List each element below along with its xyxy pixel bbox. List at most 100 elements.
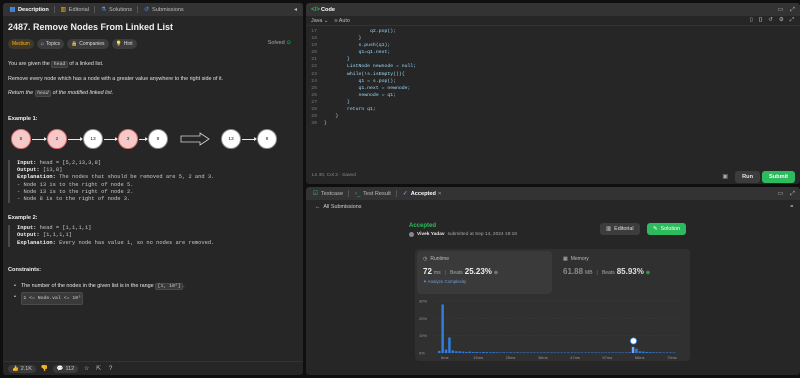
- bar: [557, 352, 560, 353]
- list-item: 1 <= Node.val <= 10⁵: [14, 291, 298, 305]
- collapse-icon[interactable]: ▭: [777, 190, 784, 197]
- bar: [662, 352, 665, 353]
- tab-description[interactable]: ▤ Description: [6, 3, 52, 16]
- line-number: 29: [311, 114, 317, 120]
- list-node: 13: [221, 129, 241, 149]
- submit-button[interactable]: Submit: [762, 171, 795, 183]
- result-tabbar: ☑ Testcase ›_ Test Result ✓ Accepted × ▭…: [306, 187, 800, 200]
- tab-editorial[interactable]: ▥ Editorial: [57, 3, 92, 16]
- console-icon[interactable]: ▣: [722, 173, 728, 180]
- line-number: 22: [311, 64, 317, 70]
- tab-testcase[interactable]: ☑ Testcase: [309, 187, 346, 200]
- bar: [635, 348, 638, 353]
- code-text: }: [324, 36, 362, 42]
- tab-divider: [137, 6, 139, 13]
- close-icon[interactable]: ×: [438, 191, 441, 197]
- code-line: 17 q2.pop();: [306, 28, 800, 35]
- bookmark-icon[interactable]: ▯: [750, 17, 753, 24]
- bar: [489, 352, 492, 353]
- inline-code: head: [51, 61, 68, 68]
- settings-icon[interactable]: ⚙: [779, 17, 784, 24]
- collapse-icon[interactable]: ▭: [777, 6, 784, 13]
- bar: [543, 352, 546, 353]
- solved-status: Solved ⊙: [267, 40, 291, 46]
- star-icon[interactable]: ☆: [83, 365, 90, 372]
- bar: [506, 352, 509, 353]
- tab-code[interactable]: </> Code: [309, 3, 338, 16]
- arrow-link: [68, 137, 83, 141]
- language-select[interactable]: Java ⌄: [311, 18, 328, 24]
- bar: [618, 352, 621, 353]
- bar: [472, 352, 475, 353]
- bar: [594, 352, 597, 353]
- comments-button[interactable]: 💬 112: [52, 364, 79, 373]
- mode-toggle[interactable]: ≡ Auto: [334, 18, 349, 24]
- x-tick-label: 68ms: [635, 355, 645, 360]
- run-button[interactable]: Run: [735, 171, 760, 183]
- hint-tag[interactable]: 💡 Hint: [111, 39, 137, 49]
- arrow-link: [104, 137, 118, 141]
- share-icon[interactable]: ⇱: [95, 365, 102, 372]
- memory-card[interactable]: ▦ Memory 61.88 MB | Beats 85.93% ⊕: [557, 251, 687, 294]
- performance-stats: ◷ Runtime 72 ms | Beats 25.23% ⊕ ✦ Analyz…: [415, 249, 690, 361]
- code-line: 28 return q1;: [306, 106, 800, 113]
- problem-title: 2487. Remove Nodes From Linked List: [8, 22, 174, 32]
- list-node: 8: [148, 129, 168, 149]
- fullscreen-icon[interactable]: ⤢: [790, 17, 794, 24]
- help-icon[interactable]: ?: [107, 365, 114, 372]
- bar: [444, 349, 448, 353]
- difficulty-badge[interactable]: Medium: [8, 39, 34, 49]
- line-number: 26: [311, 92, 317, 98]
- bar: [608, 352, 611, 353]
- runtime-card[interactable]: ◷ Runtime 72 ms | Beats 25.23% ⊕ ✦ Analyz…: [417, 251, 552, 294]
- list-node: 8: [257, 129, 277, 149]
- line-number: 30: [311, 121, 317, 127]
- problem-tags: Medium ⌂ Topics 🔒 Companies 💡 Hint: [8, 39, 298, 49]
- code-editor[interactable]: 17 q2.pop(); 18 } 19 s.push(q1); 20 q1=q1.n…: [306, 26, 800, 164]
- lock-icon: 🔒: [71, 41, 78, 47]
- like-button[interactable]: 👍 2.1K: [8, 364, 36, 373]
- bar: [591, 352, 594, 353]
- analyze-complexity-link[interactable]: ✦ Analyze Complexity: [423, 279, 546, 285]
- all-submissions-link[interactable]: ← All Submissions ⚭: [306, 200, 800, 214]
- tab-submissions[interactable]: ↺ Submissions: [140, 3, 187, 16]
- topics-tag[interactable]: ⌂ Topics: [36, 39, 65, 49]
- constraints-title: Constraints:: [8, 266, 41, 273]
- x-tick-label: 25ms: [506, 355, 516, 360]
- accepted-status: Accepted: [409, 223, 437, 229]
- tab-accepted[interactable]: ✓ Accepted ×: [399, 187, 444, 200]
- bar: [468, 351, 472, 353]
- arrow-link: [242, 137, 257, 141]
- collapse-icon[interactable]: ◂: [292, 6, 299, 13]
- editorial-button[interactable]: ▥ Editorial: [600, 223, 640, 235]
- reset-icon[interactable]: ↺: [768, 17, 773, 24]
- solution-button[interactable]: ✎ Solution: [647, 223, 687, 235]
- tab-test-result[interactable]: ›_ Test Result: [351, 187, 394, 200]
- thumbs-down-icon[interactable]: 👎: [41, 365, 48, 372]
- x-tick-label: 36ms: [538, 355, 548, 360]
- link-icon[interactable]: ⚭: [789, 204, 794, 210]
- y-tick-label: 0%: [419, 351, 425, 356]
- statement-line-2: Remove every node which has a node with …: [8, 76, 224, 82]
- braces-icon[interactable]: {}: [759, 17, 763, 24]
- runtime-distribution-chart[interactable]: 30% 20% 10% 0% 6ms 15ms 25ms 36ms 47ms 57ms 68ms 79…: [417, 297, 687, 361]
- bar: [577, 352, 580, 353]
- companies-tag[interactable]: 🔒 Companies: [67, 39, 109, 49]
- bar: [536, 352, 540, 353]
- x-tick-label: 15ms: [473, 355, 483, 360]
- code-text: return q1;: [324, 107, 376, 113]
- bar: [441, 304, 444, 353]
- tab-solutions[interactable]: ⚗ Solutions: [97, 3, 135, 16]
- bar: [631, 346, 635, 353]
- thumbs-up-icon: 👍: [12, 365, 19, 372]
- code-line: 26 newnode = q1;: [306, 92, 800, 99]
- code-line: 19 s.push(q1);: [306, 42, 800, 49]
- maximize-icon[interactable]: ⤢: [789, 190, 796, 197]
- line-number: 27: [311, 99, 317, 105]
- bar: [652, 352, 655, 353]
- code-line: 24 q1 = s.pop();: [306, 78, 800, 85]
- bar: [560, 352, 563, 353]
- bar: [621, 352, 625, 353]
- inline-code: 1 <= Node.val <= 10⁵: [20, 291, 84, 305]
- maximize-icon[interactable]: ⤢: [789, 6, 796, 13]
